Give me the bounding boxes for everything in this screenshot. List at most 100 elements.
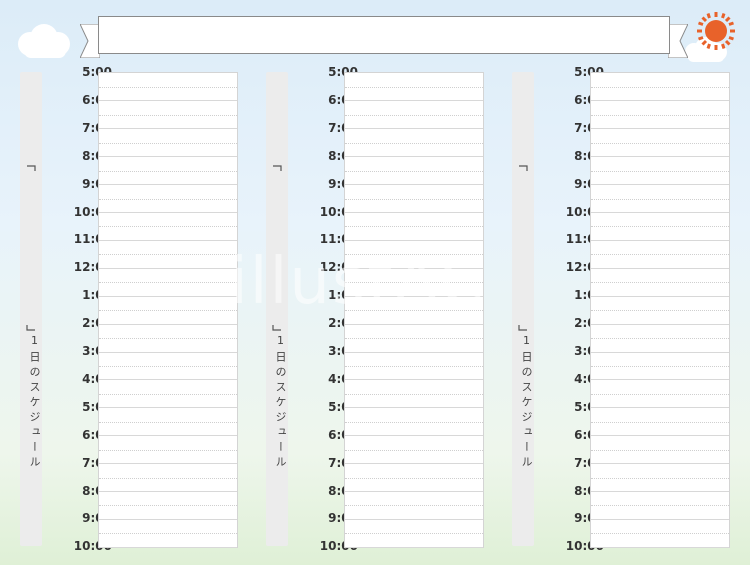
half-hour-line <box>99 393 237 395</box>
half-hour-line <box>591 198 729 200</box>
half-hour-line <box>345 533 483 535</box>
half-hour-line <box>99 254 237 256</box>
bracket-close-icon <box>272 316 282 331</box>
half-hour-line <box>99 170 237 172</box>
hour-line <box>99 351 237 353</box>
hour-line <box>345 518 483 520</box>
hour-line <box>99 379 237 381</box>
half-hour-line <box>591 226 729 228</box>
half-hour-line <box>591 477 729 479</box>
hour-line <box>345 212 483 213</box>
bracket-close-icon <box>518 316 528 331</box>
half-hour-line <box>345 114 483 116</box>
schedule-column: 1日のスケジュール5:006:007:008:009:0010:0011:001… <box>512 64 732 554</box>
hour-line <box>99 518 237 520</box>
hour-line <box>345 295 483 297</box>
hour-line <box>345 184 483 186</box>
bracket-close-icon <box>26 316 36 331</box>
bracket-open-icon <box>518 158 528 171</box>
hour-line <box>591 184 729 186</box>
half-hour-line <box>591 533 729 535</box>
hour-line <box>345 156 483 158</box>
half-hour-line <box>345 198 483 200</box>
hour-line <box>99 184 237 186</box>
half-hour-line <box>345 393 483 395</box>
hour-line <box>99 267 237 269</box>
side-label-text: 1日のスケジュール <box>274 334 287 471</box>
schedule-box[interactable] <box>344 72 484 548</box>
half-hour-line <box>591 86 729 88</box>
schedule-box[interactable] <box>98 72 238 548</box>
hour-line <box>99 156 237 158</box>
hour-line <box>591 379 729 381</box>
half-hour-line <box>345 142 483 144</box>
half-hour-line <box>99 282 237 284</box>
half-hour-line <box>345 338 483 340</box>
hour-line <box>99 546 237 548</box>
hour-line <box>99 323 237 325</box>
hour-line <box>99 212 237 213</box>
side-label-tab: 1日のスケジュール <box>512 72 534 546</box>
half-hour-line <box>99 114 237 116</box>
hour-line <box>591 435 729 437</box>
schedule-box[interactable] <box>590 72 730 548</box>
schedule-column: 1日のスケジュール5:006:007:008:009:0010:0011:001… <box>20 64 240 554</box>
side-label-text: 1日のスケジュール <box>28 334 41 471</box>
hour-line <box>345 379 483 381</box>
half-hour-line <box>99 449 237 451</box>
cloud-icon-left <box>18 24 70 58</box>
bracket-open-icon <box>26 158 36 171</box>
half-hour-line <box>99 86 237 88</box>
half-hour-line <box>345 421 483 423</box>
hour-line <box>591 267 729 269</box>
title-banner[interactable] <box>98 16 670 54</box>
half-hour-line <box>591 282 729 284</box>
half-hour-line <box>591 170 729 172</box>
half-hour-line <box>345 254 483 256</box>
sun-icon <box>697 12 735 50</box>
hour-line <box>345 491 483 492</box>
hour-line <box>591 518 729 520</box>
hour-line <box>591 491 729 492</box>
half-hour-line <box>345 449 483 451</box>
hour-line <box>345 351 483 353</box>
half-hour-line <box>99 421 237 423</box>
half-hour-line <box>99 477 237 479</box>
hour-line <box>591 323 729 325</box>
half-hour-line <box>345 226 483 228</box>
side-label-text: 1日のスケジュール <box>520 334 533 471</box>
half-hour-line <box>591 142 729 144</box>
half-hour-line <box>591 338 729 340</box>
hour-line <box>99 407 237 409</box>
hour-line <box>99 435 237 437</box>
half-hour-line <box>345 310 483 312</box>
half-hour-line <box>99 338 237 340</box>
hour-line <box>99 100 237 102</box>
hour-line <box>345 323 483 325</box>
bracket-open-icon <box>272 158 282 171</box>
banner-ribbon-left <box>80 24 100 58</box>
hour-line <box>591 100 729 102</box>
hour-line <box>345 463 483 465</box>
hour-line <box>99 491 237 492</box>
half-hour-line <box>99 505 237 507</box>
side-label-tab: 1日のスケジュール <box>266 72 288 546</box>
half-hour-line <box>99 533 237 535</box>
half-hour-line <box>345 365 483 367</box>
banner-ribbon-right <box>668 24 688 58</box>
hour-line <box>99 295 237 297</box>
half-hour-line <box>591 254 729 256</box>
hour-line <box>345 128 483 130</box>
half-hour-line <box>591 449 729 451</box>
hour-line <box>591 407 729 409</box>
half-hour-line <box>345 505 483 507</box>
hour-line <box>591 156 729 158</box>
half-hour-line <box>99 310 237 312</box>
half-hour-line <box>591 365 729 367</box>
hour-line <box>345 239 483 241</box>
hour-line <box>591 239 729 241</box>
half-hour-line <box>99 365 237 367</box>
hour-line <box>591 295 729 297</box>
half-hour-line <box>345 477 483 479</box>
hour-line <box>99 463 237 465</box>
